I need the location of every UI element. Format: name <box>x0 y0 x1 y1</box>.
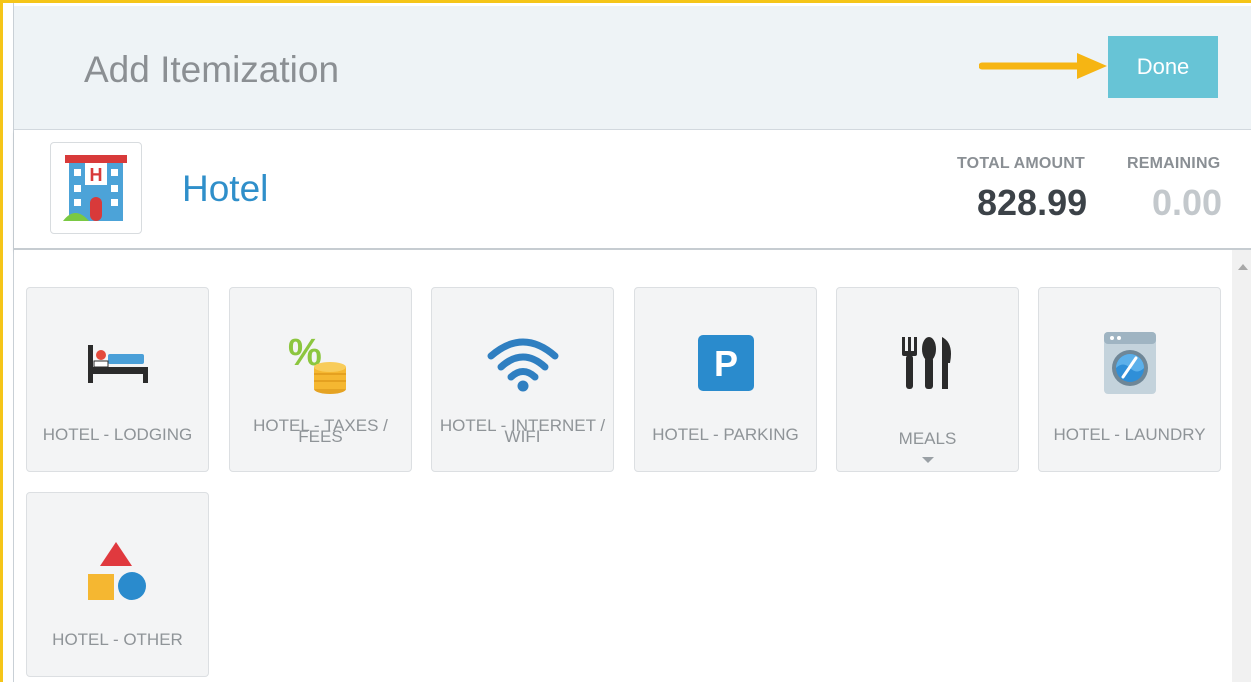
wifi-icon <box>487 338 558 392</box>
dialog-title: Add Itemization <box>84 49 340 90</box>
tile-hotel-laundry[interactable]: HOTEL - LAUNDRY <box>1038 287 1221 472</box>
done-button[interactable]: Done <box>1108 36 1218 98</box>
tile-hotel-lodging[interactable]: HOTEL - LODGING <box>26 287 209 472</box>
scroll-up-arrow-icon[interactable] <box>1238 264 1248 270</box>
expense-type-row: H Hotel TOTAL AMOUNT 828.99 REMAINING 0.… <box>14 130 1251 250</box>
utensils-icon <box>901 337 951 389</box>
tile-meals[interactable]: MEALS <box>836 287 1019 472</box>
total-amount-value: 828.99 <box>977 182 1088 223</box>
tile-hotel-other[interactable]: HOTEL - OTHER <box>26 492 209 677</box>
bed-icon <box>87 345 148 383</box>
tile-hotel-parking[interactable]: P HOTEL - PARKING <box>634 287 817 472</box>
chevron-down-icon <box>922 457 934 463</box>
tile-label: HOTEL - LODGING <box>42 425 193 444</box>
remaining-label: REMAINING <box>1127 155 1221 172</box>
arrow-pointer-icon <box>979 53 1107 79</box>
tile-label: HOTEL - OTHER <box>52 630 183 649</box>
svg-text:P: P <box>713 343 737 384</box>
parking-icon: P <box>697 335 754 391</box>
tile-label: MEALS <box>898 429 957 448</box>
percent-coins-icon: % <box>288 332 346 394</box>
washing-machine-icon <box>1103 332 1156 394</box>
tile-label: HOTEL - TAXES / FEES <box>253 416 388 446</box>
expense-type-icon-box: H <box>50 142 142 234</box>
vertical-scrollbar[interactable] <box>1232 250 1251 682</box>
tile-label: HOTEL - INTERNET / WIFI <box>439 416 606 446</box>
dialog-header: Add Itemization Done <box>14 6 1251 130</box>
itemization-window: Add Itemization Done H Hotel TOTAL AMOUN… <box>0 0 1251 682</box>
tile-label: HOTEL - LAUNDRY <box>1053 425 1206 444</box>
expense-type-name: Hotel <box>182 168 269 209</box>
tile-hotel-internet-wifi[interactable]: HOTEL - INTERNET / WIFI <box>431 287 614 472</box>
shapes-icon <box>87 542 146 600</box>
svg-text:H: H <box>90 165 103 185</box>
tile-label: HOTEL - PARKING <box>652 425 799 444</box>
itemization-type-grid: HOTEL - LODGING % HOTEL - TAXES / FEES H… <box>14 250 1232 682</box>
remaining-value: 0.00 <box>1152 182 1223 223</box>
total-amount-label: TOTAL AMOUNT <box>957 155 1086 172</box>
hotel-building-icon: H <box>63 155 127 221</box>
tile-hotel-taxes-fees[interactable]: % HOTEL - TAXES / FEES <box>229 287 412 472</box>
